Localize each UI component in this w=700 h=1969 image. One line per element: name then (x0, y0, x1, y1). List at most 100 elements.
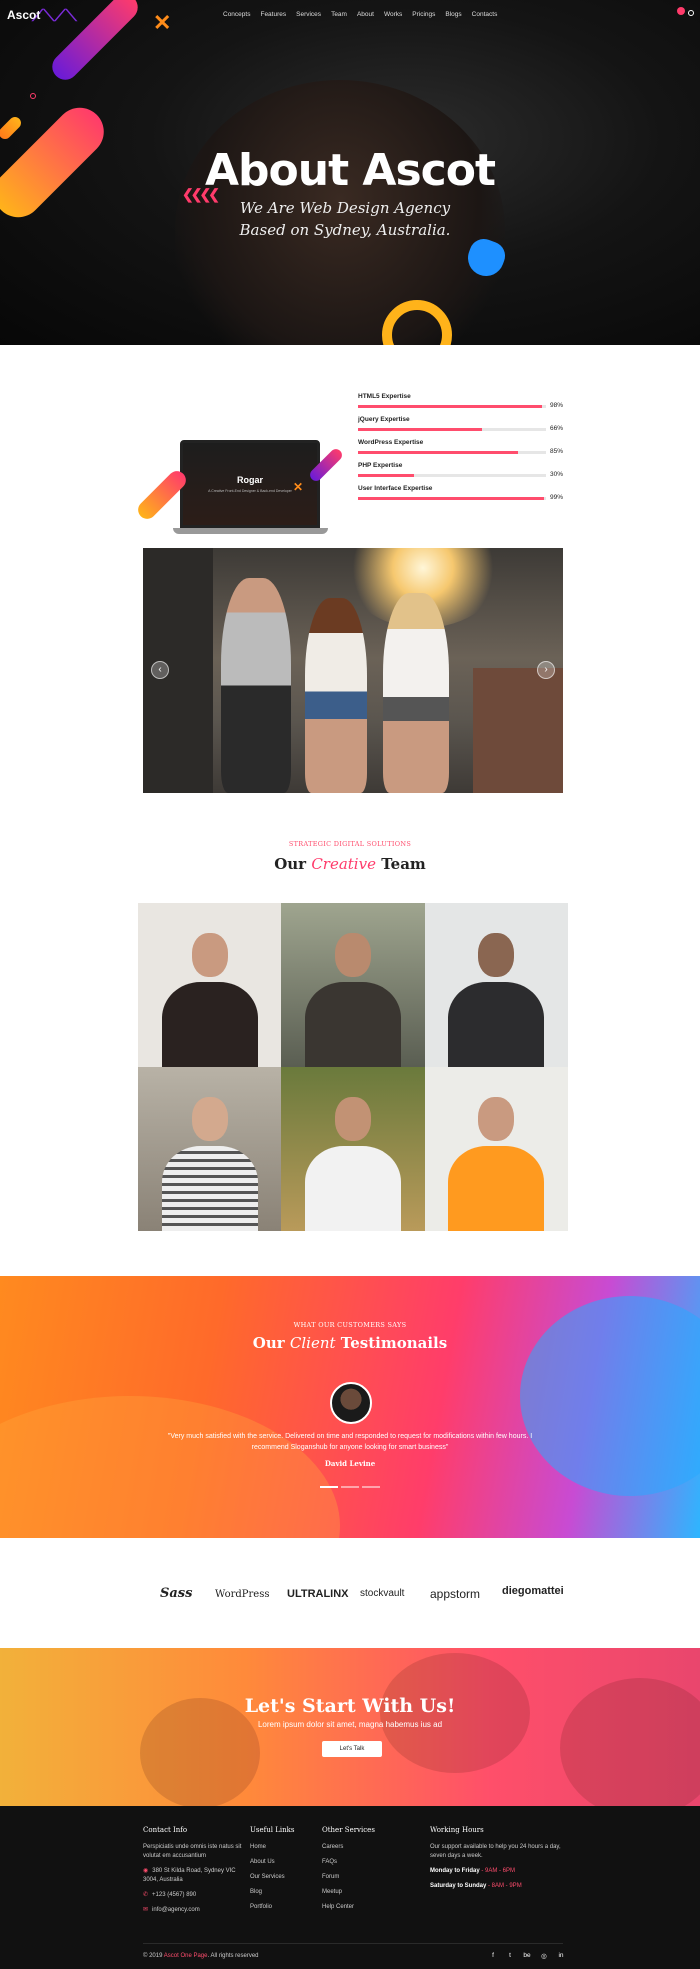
team-member-1[interactable] (138, 903, 282, 1067)
skill-bar (358, 497, 545, 500)
skill-jquery: jQuery Expertise 66% (358, 416, 563, 432)
testimonials-title-pre: Our (252, 1334, 285, 1352)
nav-features[interactable]: Features (255, 11, 291, 18)
skill-php: PHP Expertise 30% (358, 462, 563, 478)
logo-diegomattei: diegomattei (502, 1585, 564, 1597)
skill-percent: 85% (549, 448, 563, 455)
nav-services[interactable]: Services (291, 11, 326, 18)
footer-link-services[interactable]: Our Services (250, 1873, 310, 1882)
footer-divider (143, 1943, 563, 1944)
hero-subtitle: We Are Web Design Agency Based on Sydney… (239, 199, 451, 239)
team-member-6[interactable] (424, 1067, 568, 1231)
footer-heading: Useful Links (250, 1826, 295, 1834)
footer-link-meetup[interactable]: Meetup (322, 1888, 392, 1897)
pagination-dot[interactable] (320, 1486, 338, 1488)
footer-link-home[interactable]: Home (250, 1843, 310, 1852)
logo-stockvault: stockvault (360, 1588, 405, 1599)
slider-person-1 (221, 578, 291, 793)
main-nav: Concepts Features Services Team About Wo… (218, 11, 502, 18)
skill-bar (358, 451, 518, 454)
footer-email[interactable]: ✉ info@agency.com (143, 1906, 243, 1915)
slider-prev-button[interactable]: ‹ (151, 661, 169, 679)
site-footer: Contact Info Perspiciatis unde omnis ist… (0, 1806, 700, 1969)
linkedin-icon[interactable]: in (557, 1952, 565, 1960)
mail-icon: ✉ (143, 1907, 149, 1913)
testimonial-pagination (320, 1486, 380, 1488)
testimonials-title-post: Testimonails (340, 1334, 448, 1352)
social-links: f t be ◎ in (489, 1952, 565, 1960)
footer-link-about[interactable]: About Us (250, 1858, 310, 1867)
footer-link-forum[interactable]: Forum (322, 1873, 392, 1882)
slider-next-button[interactable]: › (537, 661, 555, 679)
slider-person-2 (305, 598, 367, 793)
pagination-dot[interactable] (362, 1486, 380, 1488)
footer-link-careers[interactable]: Careers (322, 1843, 392, 1852)
laptop-mockup: ✕ Rogar A Creative Front-End Designer & … (134, 390, 345, 540)
nav-contacts[interactable]: Contacts (467, 11, 503, 18)
nav-works[interactable]: Works (379, 11, 407, 18)
site-logo[interactable]: Ascot (7, 8, 40, 22)
footer-link-help[interactable]: Help Center (322, 1903, 392, 1912)
skill-ui: User Interface Expertise 99% (358, 485, 563, 501)
skill-percent: 30% (549, 471, 563, 478)
footer-contact: Contact Info Perspiciatis unde omnis ist… (143, 1826, 243, 1921)
footer-contact-text: Perspiciatis unde omnis iste natus sit v… (143, 1844, 242, 1859)
logo-appstorm: appstorm (430, 1587, 481, 1601)
nav-about[interactable]: About (352, 11, 379, 18)
cta-title: Let's Start With Us! (244, 1695, 456, 1717)
nav-concepts[interactable]: Concepts (218, 11, 255, 18)
twitter-icon[interactable]: t (506, 1952, 514, 1960)
facebook-icon[interactable]: f (489, 1952, 497, 1960)
team-member-4[interactable] (138, 1067, 282, 1231)
skill-label: PHP Expertise (358, 462, 403, 469)
footer-brand-link[interactable]: Ascot One Page (164, 1953, 208, 1959)
skill-label: User Interface Expertise (358, 485, 433, 492)
search-icon[interactable] (688, 10, 694, 16)
skills-section: ✕ Rogar A Creative Front-End Designer & … (0, 345, 700, 545)
team-grid (138, 903, 568, 1231)
decor-pill-small (0, 114, 24, 142)
testimonial-avatar (330, 1382, 372, 1424)
pagination-dot[interactable] (341, 1486, 359, 1488)
team-title: Our Creative Team (0, 855, 700, 873)
skill-bar (358, 474, 415, 477)
testimonials-title-emphasis: Client (289, 1334, 336, 1352)
cta-subtitle: Lorem ipsum dolor sit amet, magna habemu… (257, 1720, 443, 1729)
client-logos: Sass WordPress ULTRALINX stockvault apps… (0, 1538, 700, 1648)
team-member-3[interactable] (424, 903, 568, 1067)
skill-bar (358, 428, 483, 431)
footer-heading: Other Services (322, 1826, 375, 1834)
nav-team[interactable]: Team (326, 11, 352, 18)
cta-section: Let's Start With Us! Lorem ipsum dolor s… (0, 1648, 700, 1806)
footer-link-portfolio[interactable]: Portfolio (250, 1903, 310, 1912)
location-icon: ◉ (143, 1868, 149, 1874)
dribbble-icon[interactable]: ◎ (540, 1952, 548, 1960)
slider-person-3 (383, 593, 449, 793)
behance-icon[interactable]: be (523, 1952, 531, 1960)
skill-percent: 99% (549, 494, 563, 501)
footer-hours-text: Our support available to help you 24 hou… (430, 1844, 561, 1859)
testimonial-quote: "Very much satisfied with the service. D… (167, 1433, 533, 1451)
footer-link-faqs[interactable]: FAQs (322, 1858, 392, 1867)
team-member-5[interactable] (281, 1067, 425, 1231)
skill-label: HTML5 Expertise (358, 393, 411, 400)
footer-link-blog[interactable]: Blog (250, 1888, 310, 1897)
nav-blogs[interactable]: Blogs (440, 11, 466, 18)
decor-dot (30, 93, 36, 99)
logo-sass: Sass (160, 1586, 193, 1601)
footer-working-hours: Working Hours Our support available to h… (430, 1826, 565, 1897)
skill-html5: HTML5 Expertise 98% (358, 393, 563, 409)
footer-phone[interactable]: ✆ +123 (4567) 890 (143, 1891, 243, 1900)
team-title-post: Team (381, 855, 426, 873)
cta-button[interactable]: Let's Talk (322, 1741, 382, 1757)
footer-copyright: © 2019 Ascot One Page. All rights reserv… (143, 1953, 259, 1959)
skill-label: jQuery Expertise (358, 416, 410, 423)
nav-pricings[interactable]: Pricings (407, 11, 440, 18)
team-member-2[interactable] (281, 903, 425, 1067)
cart-icon[interactable] (677, 7, 685, 15)
skill-label: WordPress Expertise (358, 439, 424, 446)
logo-ultralinx: ULTRALINX (287, 1588, 349, 1600)
skill-bar (358, 405, 543, 408)
testimonials-title: Our Client Testimonails (0, 1334, 700, 1352)
skill-percent: 98% (549, 402, 563, 409)
